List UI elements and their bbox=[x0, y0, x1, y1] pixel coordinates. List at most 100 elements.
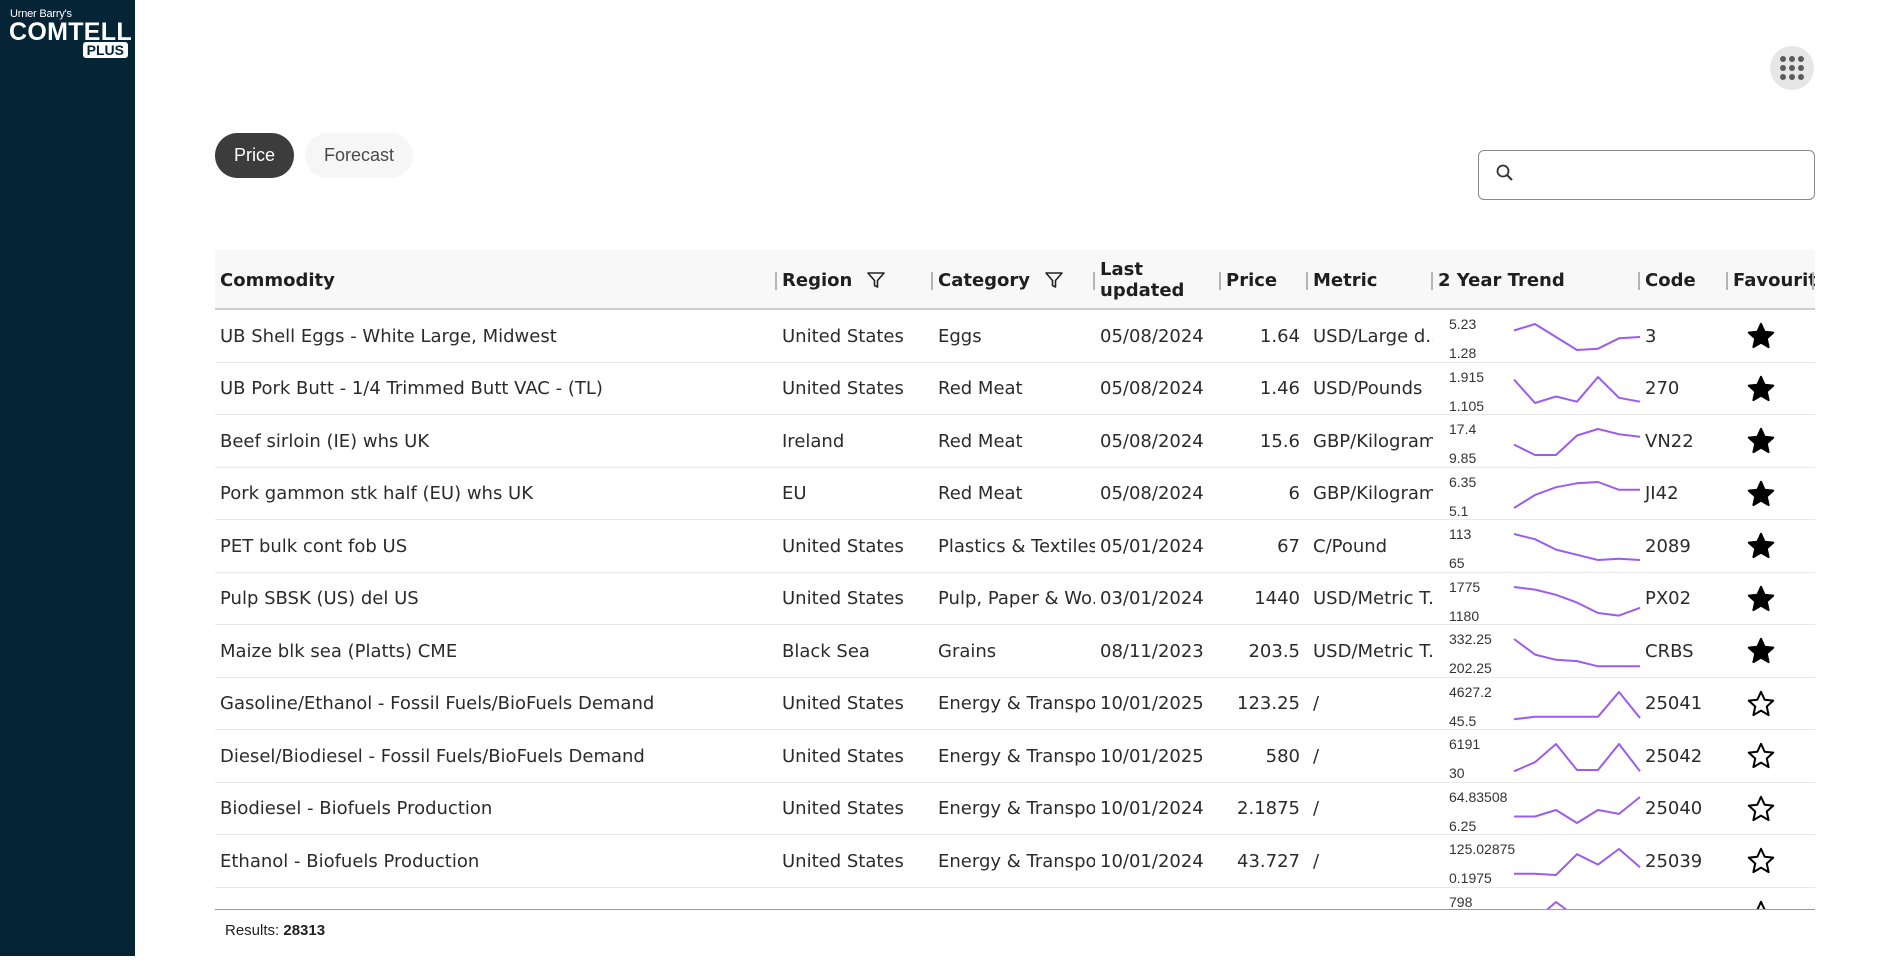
table-row[interactable]: UB Shell Eggs - White Large, Midwest Unit… bbox=[215, 310, 1815, 363]
star-outline-icon[interactable] bbox=[1728, 835, 1776, 888]
sparkline bbox=[1513, 533, 1641, 561]
cell-price: 203.5 bbox=[1248, 640, 1300, 662]
cell-metric: USD/Large d... bbox=[1313, 325, 1433, 347]
star-outline-icon[interactable] bbox=[1728, 888, 1776, 910]
sparkline-series bbox=[1513, 533, 1641, 561]
filter-icon[interactable] bbox=[1044, 270, 1064, 290]
cell-metric: / bbox=[1313, 693, 1320, 715]
search-box[interactable] bbox=[1478, 150, 1815, 200]
sparkline bbox=[1514, 848, 1641, 876]
cell-last-updated: 10/01/2025 bbox=[1100, 693, 1204, 715]
star-filled-icon[interactable] bbox=[1728, 520, 1776, 573]
cell-last-updated: 08/11/2023 bbox=[1100, 640, 1204, 662]
cell-code: CRBS bbox=[1645, 640, 1694, 662]
table-body: UB Shell Eggs - White Large, Midwest Unit… bbox=[215, 310, 1815, 910]
cell-metric: / bbox=[1313, 745, 1320, 767]
cell-commodity: Pulp SBSK (US) del US bbox=[220, 588, 419, 610]
cell-region bbox=[777, 888, 933, 911]
cell-price: 580 bbox=[1265, 745, 1300, 767]
column-header-favourite[interactable]: Favourite bbox=[1726, 250, 1815, 310]
cell-price: 2.1875 bbox=[1237, 798, 1300, 820]
table-row[interactable]: Pulp SBSK (US) del US United States Pulp, … bbox=[215, 573, 1815, 626]
column-header-price[interactable]: Price bbox=[1219, 250, 1308, 310]
search-input[interactable] bbox=[1525, 155, 1805, 195]
column-header-region[interactable]: Region bbox=[775, 250, 933, 310]
cell-category: Red Meat bbox=[938, 378, 1023, 400]
table-row[interactable]: Diesel/Biodiesel - Fossil Fuels/BioFuels… bbox=[215, 730, 1815, 783]
sparkline-series bbox=[1513, 480, 1640, 509]
column-label: Metric bbox=[1313, 269, 1378, 291]
table-row[interactable]: PET bulk cont fob US United States Plastic… bbox=[215, 520, 1815, 573]
trend-min: 65 bbox=[1449, 555, 1465, 571]
results-number: 28313 bbox=[283, 922, 326, 939]
app-launcher-button[interactable] bbox=[1770, 46, 1814, 90]
filter-icon[interactable] bbox=[866, 270, 886, 290]
star-filled-icon[interactable] bbox=[1728, 468, 1776, 521]
column-header-category[interactable]: Category bbox=[931, 250, 1095, 310]
trend-max: 1775 bbox=[1449, 578, 1481, 595]
trend-max: 17.4 bbox=[1449, 421, 1477, 437]
sparkline-series bbox=[1514, 848, 1641, 876]
star-filled-icon[interactable] bbox=[1728, 625, 1776, 678]
cell-trend: 1775 1180 bbox=[1449, 573, 1641, 625]
cell-price: 6 bbox=[1288, 483, 1300, 505]
cell-commodity: Maize blk sea (Platts) CME bbox=[220, 640, 458, 662]
cell-trend: 332.25 202.25 bbox=[1449, 625, 1640, 677]
results-count: Results: 28313 bbox=[225, 922, 325, 939]
column-header-last-updated[interactable]: Last updated bbox=[1093, 250, 1221, 310]
star-filled-icon[interactable] bbox=[1728, 310, 1776, 363]
cell-last-updated bbox=[1095, 888, 1221, 911]
table-row[interactable]: Maize blk sea (Platts) CME Black Sea Grain… bbox=[215, 625, 1815, 678]
table-row[interactable]: Ethanol - Biofuels Production United Stat… bbox=[215, 835, 1815, 888]
star-outline-icon[interactable] bbox=[1728, 678, 1776, 731]
column-header-commodity[interactable]: Commodity bbox=[215, 250, 775, 310]
cell-region: United States bbox=[782, 745, 904, 767]
cell-trend: 125.02875 0.1975 bbox=[1449, 835, 1641, 887]
column-label: Commodity bbox=[220, 269, 335, 291]
table-row[interactable]: Gasoline/Ethanol - Fossil Fuels/BioFuels… bbox=[215, 678, 1815, 731]
table-row[interactable]: Pork gammon stk half (EU) whs UK EU Red Me… bbox=[215, 468, 1815, 521]
table-row[interactable]: UB Pork Butt - 1/4 Trimmed Butt VAC - (T… bbox=[215, 363, 1815, 416]
column-header-trend[interactable]: 2 Year Trend bbox=[1431, 250, 1640, 310]
commodity-table: Commodity Region Category Last updated P… bbox=[215, 250, 1815, 910]
trend-min: 1.28 bbox=[1449, 345, 1477, 361]
cell-commodity: Pork gammon stk half (EU) whs UK bbox=[220, 483, 534, 505]
cell-last-updated: 03/01/2024 bbox=[1100, 588, 1204, 610]
cell-last-updated: 10/01/2025 bbox=[1100, 745, 1204, 767]
cell-last-updated: 10/01/2024 bbox=[1100, 798, 1204, 820]
star-filled-icon[interactable] bbox=[1728, 363, 1776, 416]
cell-code: PX02 bbox=[1645, 588, 1692, 610]
cell-trend: 4627.2 45.5 bbox=[1449, 678, 1641, 730]
star-outline-icon[interactable] bbox=[1728, 783, 1776, 836]
cell-code: 25042 bbox=[1645, 745, 1703, 767]
column-header-code[interactable]: Code bbox=[1638, 250, 1728, 310]
trend-max: 6.35 bbox=[1449, 473, 1477, 490]
trend-max: 5.23 bbox=[1449, 316, 1477, 332]
cell-category: Energy & Transport bbox=[938, 850, 1095, 872]
cell-category: Energy & Transport bbox=[938, 798, 1095, 820]
cell-category: Energy & Transport bbox=[938, 745, 1095, 767]
tab-forecast[interactable]: Forecast bbox=[305, 133, 414, 178]
cell-price: 1440 bbox=[1254, 588, 1300, 610]
cell-region: Ireland bbox=[782, 430, 845, 452]
logo-plus-badge: PLUS bbox=[82, 42, 128, 58]
cell-region: EU bbox=[782, 483, 807, 505]
star-filled-icon[interactable] bbox=[1728, 573, 1776, 626]
cell-metric bbox=[1308, 888, 1433, 911]
column-header-metric[interactable]: Metric bbox=[1306, 250, 1433, 310]
cell-price: 67 bbox=[1277, 535, 1300, 557]
table-row[interactable]: Beef sirloin (IE) whs UK Ireland Red Meat 0… bbox=[215, 415, 1815, 468]
cell-code: 270 bbox=[1645, 378, 1680, 400]
table-row[interactable]: 798 bbox=[215, 888, 1815, 911]
cell-price: 43.727 bbox=[1237, 850, 1300, 872]
cell-category: Grains bbox=[938, 640, 997, 662]
star-filled-icon[interactable] bbox=[1728, 415, 1776, 468]
sparkline bbox=[1513, 428, 1641, 456]
trend-max: 125.02875 bbox=[1449, 841, 1516, 857]
trend-max: 6191 bbox=[1449, 736, 1481, 752]
star-outline-icon[interactable] bbox=[1728, 730, 1776, 783]
table-row[interactable]: Biodiesel - Biofuels Production United St… bbox=[215, 783, 1815, 836]
comtell-logo[interactable]: Urner Barry's COMTELL PLUS bbox=[9, 8, 132, 60]
tab-price[interactable]: Price bbox=[215, 133, 295, 178]
cell-price: 1.64 bbox=[1259, 325, 1300, 347]
